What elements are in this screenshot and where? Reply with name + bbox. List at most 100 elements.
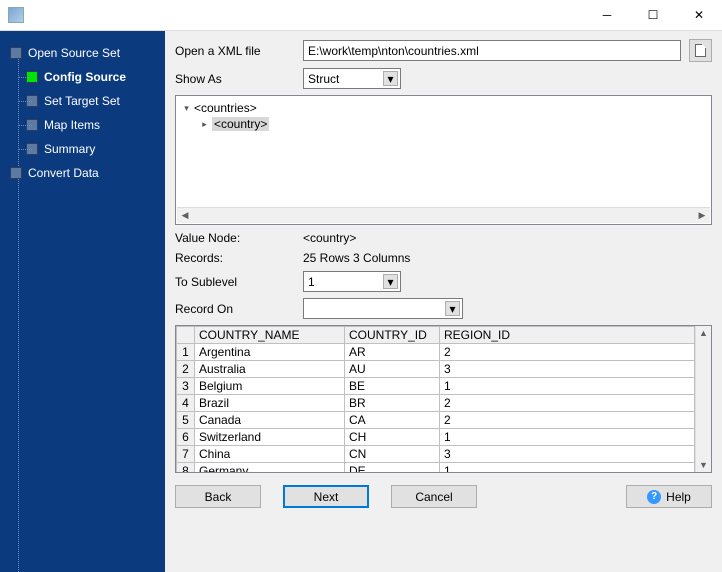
sidebar-item-config-source[interactable]: Config Source xyxy=(0,65,165,89)
record-on-select[interactable]: ▾ xyxy=(303,298,463,319)
cell-region-id[interactable]: 1 xyxy=(440,429,695,446)
tree-node-child[interactable]: ▸ <country> xyxy=(200,116,705,132)
row-number: 5 xyxy=(177,412,195,429)
scroll-up-icon[interactable]: ▲ xyxy=(696,326,712,340)
row-number: 8 xyxy=(177,463,195,474)
table-row[interactable]: 1ArgentinaAR2 xyxy=(177,344,695,361)
cell-country-name[interactable]: Germany xyxy=(195,463,345,474)
cancel-button[interactable]: Cancel xyxy=(391,485,477,508)
cell-country-id[interactable]: CN xyxy=(345,446,440,463)
sidebar-item-label: Open Source Set xyxy=(28,46,120,60)
records-label: Records: xyxy=(175,251,295,265)
table-row[interactable]: 3BelgiumBE1 xyxy=(177,378,695,395)
cell-country-name[interactable]: Belgium xyxy=(195,378,345,395)
value-node-value: <country> xyxy=(303,231,356,245)
browse-button[interactable] xyxy=(689,39,712,62)
sidebar-item-label: Convert Data xyxy=(28,166,99,180)
row-number: 6 xyxy=(177,429,195,446)
table-row[interactable]: 2AustraliaAU3 xyxy=(177,361,695,378)
sidebar-item-convert-data[interactable]: Convert Data xyxy=(0,161,165,185)
open-file-label: Open a XML file xyxy=(175,44,295,58)
cell-region-id[interactable]: 2 xyxy=(440,344,695,361)
expand-icon xyxy=(10,47,22,59)
app-icon xyxy=(8,7,24,23)
table-row[interactable]: 8GermanyDE1 xyxy=(177,463,695,474)
cell-country-id[interactable]: BR xyxy=(345,395,440,412)
cell-country-name[interactable]: Argentina xyxy=(195,344,345,361)
sidebar-item-label: Summary xyxy=(44,142,95,156)
expand-icon[interactable]: ▸ xyxy=(200,120,209,129)
cell-region-id[interactable]: 1 xyxy=(440,378,695,395)
grid-corner xyxy=(177,327,195,344)
tree-node-label: <country> xyxy=(212,117,269,131)
help-icon: ? xyxy=(647,490,661,504)
data-grid[interactable]: COUNTRY_NAME COUNTRY_ID REGION_ID 1Argen… xyxy=(175,325,712,473)
cell-region-id[interactable]: 3 xyxy=(440,361,695,378)
show-as-select[interactable]: Struct ▾ xyxy=(303,68,401,89)
column-header[interactable]: REGION_ID xyxy=(440,327,695,344)
record-on-label: Record On xyxy=(175,302,295,316)
show-as-value: Struct xyxy=(308,72,339,86)
window-buttons: ─ ☐ ✕ xyxy=(584,0,722,30)
cell-country-name[interactable]: Brazil xyxy=(195,395,345,412)
maximize-button[interactable]: ☐ xyxy=(630,0,676,30)
cell-country-name[interactable]: Switzerland xyxy=(195,429,345,446)
cell-region-id[interactable]: 1 xyxy=(440,463,695,474)
tree-node-label: <countries> xyxy=(194,101,257,115)
cell-region-id[interactable]: 2 xyxy=(440,395,695,412)
scroll-right-icon[interactable]: ▶ xyxy=(694,209,710,223)
cell-country-id[interactable]: BE xyxy=(345,378,440,395)
wizard-sidebar: Open Source Set Config Source Set Target… xyxy=(0,31,165,572)
column-header[interactable]: COUNTRY_ID xyxy=(345,327,440,344)
xml-structure-tree[interactable]: ▾ <countries> ▸ <country> ◀ ▶ xyxy=(175,95,712,225)
back-button[interactable]: Back xyxy=(175,485,261,508)
vertical-scrollbar[interactable]: ▲ ▼ xyxy=(695,326,711,472)
sidebar-item-summary[interactable]: Summary xyxy=(0,137,165,161)
xml-path-input[interactable] xyxy=(303,40,681,61)
show-as-label: Show As xyxy=(175,72,295,86)
expand-icon xyxy=(10,167,22,179)
scroll-left-icon[interactable]: ◀ xyxy=(177,209,193,223)
horizontal-scrollbar[interactable]: ◀ ▶ xyxy=(177,207,710,223)
table-row[interactable]: 7ChinaCN3 xyxy=(177,446,695,463)
next-button[interactable]: Next xyxy=(283,485,369,508)
sublevel-value: 1 xyxy=(308,275,315,289)
sidebar-item-map-items[interactable]: Map Items xyxy=(0,113,165,137)
sidebar-item-set-target-set[interactable]: Set Target Set xyxy=(0,89,165,113)
row-number: 2 xyxy=(177,361,195,378)
scroll-down-icon[interactable]: ▼ xyxy=(696,458,712,472)
cell-country-name[interactable]: Canada xyxy=(195,412,345,429)
help-button[interactable]: ? Help xyxy=(626,485,712,508)
table-row[interactable]: 4BrazilBR2 xyxy=(177,395,695,412)
button-bar: Back Next Cancel ? Help xyxy=(175,485,712,508)
table-row[interactable]: 5CanadaCA2 xyxy=(177,412,695,429)
table-row[interactable]: 6SwitzerlandCH1 xyxy=(177,429,695,446)
cell-country-id[interactable]: AR xyxy=(345,344,440,361)
minimize-button[interactable]: ─ xyxy=(584,0,630,30)
column-header[interactable]: COUNTRY_NAME xyxy=(195,327,345,344)
chevron-down-icon: ▾ xyxy=(445,301,460,316)
chevron-down-icon: ▾ xyxy=(383,274,398,289)
cell-country-name[interactable]: Australia xyxy=(195,361,345,378)
cell-country-name[interactable]: China xyxy=(195,446,345,463)
cell-country-id[interactable]: CA xyxy=(345,412,440,429)
cell-country-id[interactable]: CH xyxy=(345,429,440,446)
row-number: 3 xyxy=(177,378,195,395)
chevron-down-icon: ▾ xyxy=(383,71,398,86)
sidebar-item-label: Map Items xyxy=(44,118,100,132)
sublevel-select[interactable]: 1 ▾ xyxy=(303,271,401,292)
cell-country-id[interactable]: DE xyxy=(345,463,440,474)
records-value: 25 Rows 3 Columns xyxy=(303,251,410,265)
cell-region-id[interactable]: 3 xyxy=(440,446,695,463)
sublevel-label: To Sublevel xyxy=(175,275,295,289)
cell-country-id[interactable]: AU xyxy=(345,361,440,378)
sidebar-item-open-source-set[interactable]: Open Source Set xyxy=(0,41,165,65)
value-node-label: Value Node: xyxy=(175,231,295,245)
row-number: 7 xyxy=(177,446,195,463)
tree-node-root[interactable]: ▾ <countries> xyxy=(182,100,705,116)
close-button[interactable]: ✕ xyxy=(676,0,722,30)
collapse-icon[interactable]: ▾ xyxy=(182,104,191,113)
row-number: 1 xyxy=(177,344,195,361)
sidebar-item-label: Set Target Set xyxy=(44,94,120,108)
cell-region-id[interactable]: 2 xyxy=(440,412,695,429)
